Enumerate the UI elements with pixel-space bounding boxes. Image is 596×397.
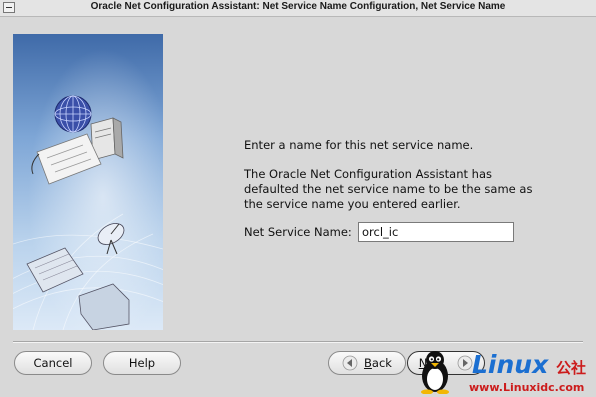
cancel-button-label: Cancel bbox=[33, 356, 73, 370]
penguin-logo bbox=[421, 351, 449, 394]
help-button[interactable]: Help bbox=[103, 351, 181, 375]
help-button-label: Help bbox=[128, 356, 156, 370]
globe-icon bbox=[54, 95, 92, 133]
title-bar: Oracle Net Configuration Assistant: Net … bbox=[0, 0, 596, 17]
net-service-name-input[interactable] bbox=[358, 222, 514, 242]
description-text: The Oracle Net Configuration Assistant h… bbox=[244, 167, 533, 211]
net-service-name-label: Net Service Name: bbox=[244, 225, 352, 239]
back-button-label: Back bbox=[364, 356, 392, 370]
back-rest: ack bbox=[371, 356, 392, 370]
cancel-button[interactable]: Cancel bbox=[14, 351, 92, 375]
linuxidc-watermark: Linux 公社 www.Linuxidc.com bbox=[418, 348, 596, 397]
button-separator bbox=[13, 341, 583, 343]
watermark-url: www.Linuxidc.com bbox=[469, 381, 585, 394]
watermark-brand: Linux bbox=[472, 350, 549, 379]
window-title: Oracle Net Configuration Assistant: Net … bbox=[90, 1, 506, 12]
wizard-side-illustration bbox=[13, 34, 163, 330]
back-mnemonic: B bbox=[364, 356, 372, 370]
chevron-left-icon bbox=[342, 355, 358, 371]
watermark-suffix: 公社 bbox=[556, 359, 587, 377]
instruction-text: Enter a name for this net service name. bbox=[244, 138, 474, 152]
back-button[interactable]: Back bbox=[328, 351, 406, 375]
